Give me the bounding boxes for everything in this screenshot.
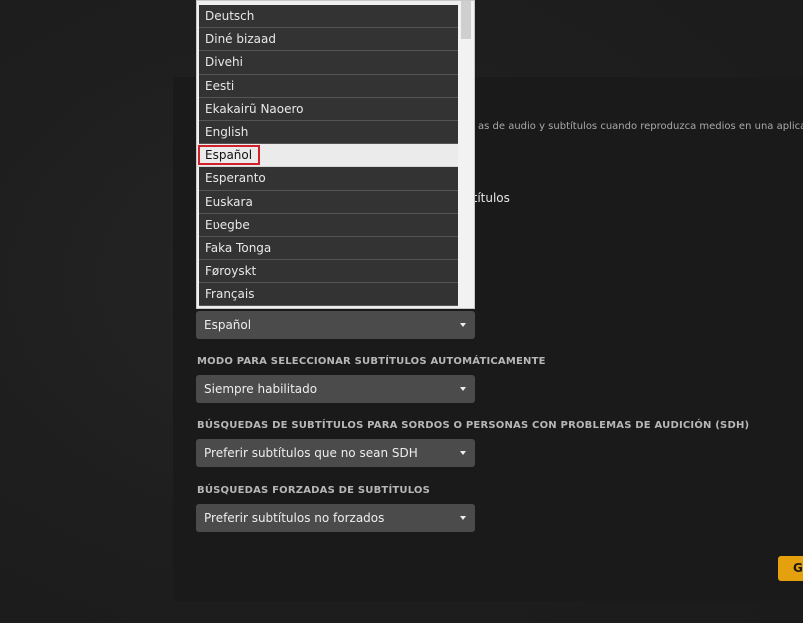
dropdown-option-label: Esperanto: [205, 171, 266, 186]
auto-mode-label: MODO PARA SELECCIONAR SUBTÍTULOS AUTOMÁT…: [197, 356, 546, 367]
sdh-select[interactable]: Preferir subtítulos que no sean SDH: [196, 439, 475, 467]
sdh-value: Preferir subtítulos que no sean SDH: [204, 446, 418, 460]
dropdown-option-label: Ekakairũ Naoero: [205, 101, 304, 116]
sdh-label: BÚSQUEDAS DE SUBTÍTULOS PARA SORDOS O PE…: [197, 420, 750, 431]
dropdown-option[interactable]: Diné bizaad: [199, 28, 458, 52]
language-dropdown-list[interactable]: Deutsch Diné bizaad Divehi Eesti Ekakairũ Na…: [196, 0, 475, 309]
dropdown-option-label: Eʋegbe: [205, 217, 250, 232]
dropdown-option[interactable]: Føroyskt: [199, 260, 458, 284]
subtitle-language-select[interactable]: Español: [196, 311, 475, 339]
dropdown-option[interactable]: Faka Tonga: [199, 236, 458, 261]
chevron-down-icon: [460, 451, 466, 455]
scrollbar-thumb[interactable]: [461, 1, 471, 39]
dropdown-option[interactable]: Ekakairũ Naoero: [199, 97, 458, 121]
auto-mode-select[interactable]: Siempre habilitado: [196, 375, 475, 403]
dropdown-option-label: Føroyskt: [205, 264, 257, 279]
chevron-down-icon: [460, 387, 466, 391]
dropdown-option[interactable]: Deutsch: [199, 5, 458, 29]
dropdown-option-label: Español: [198, 145, 261, 166]
auto-mode-value: Siempre habilitado: [204, 382, 318, 396]
forced-select[interactable]: Preferir subtítulos no forzados: [196, 504, 475, 532]
dropdown-option-label: Diné bizaad: [205, 32, 276, 47]
audio-subtitles-description: as de audio y subtítulos cuando reproduz…: [478, 121, 803, 132]
dropdown-option-label: Euskara: [205, 194, 253, 209]
dropdown-option[interactable]: Español: [197, 144, 458, 168]
dropdown-option[interactable]: Euskara: [199, 190, 458, 214]
dropdown-option-label: Eesti: [205, 78, 235, 93]
dropdown-scrollbar[interactable]: [458, 1, 474, 308]
forced-value: Preferir subtítulos no forzados: [204, 511, 385, 525]
dropdown-option[interactable]: Eʋegbe: [199, 213, 458, 237]
dropdown-option[interactable]: English: [199, 120, 458, 145]
dropdown-option-label: Faka Tonga: [205, 240, 272, 255]
dropdown-option-label: Deutsch: [205, 9, 255, 23]
forced-label: BÚSQUEDAS FORZADAS DE SUBTÍTULOS: [197, 485, 431, 496]
dropdown-option[interactable]: Divehi: [199, 51, 458, 75]
dropdown-option-label: Français: [205, 287, 255, 302]
chevron-down-icon: [460, 323, 466, 327]
language-options: Deutsch Diné bizaad Divehi Eesti Ekakairũ Na…: [197, 5, 458, 307]
dropdown-option-label: English: [205, 124, 249, 139]
save-button[interactable]: G: [778, 556, 803, 581]
dropdown-option[interactable]: Esperanto: [199, 167, 458, 191]
dropdown-option[interactable]: Eesti: [199, 74, 458, 98]
dropdown-option-label: Divehi: [205, 55, 243, 70]
dropdown-option[interactable]: Français: [199, 283, 458, 307]
subtitle-language-value: Español: [204, 318, 252, 332]
chevron-down-icon: [460, 516, 466, 520]
app-window: as de audio y subtítulos cuando reproduz…: [0, 0, 803, 623]
